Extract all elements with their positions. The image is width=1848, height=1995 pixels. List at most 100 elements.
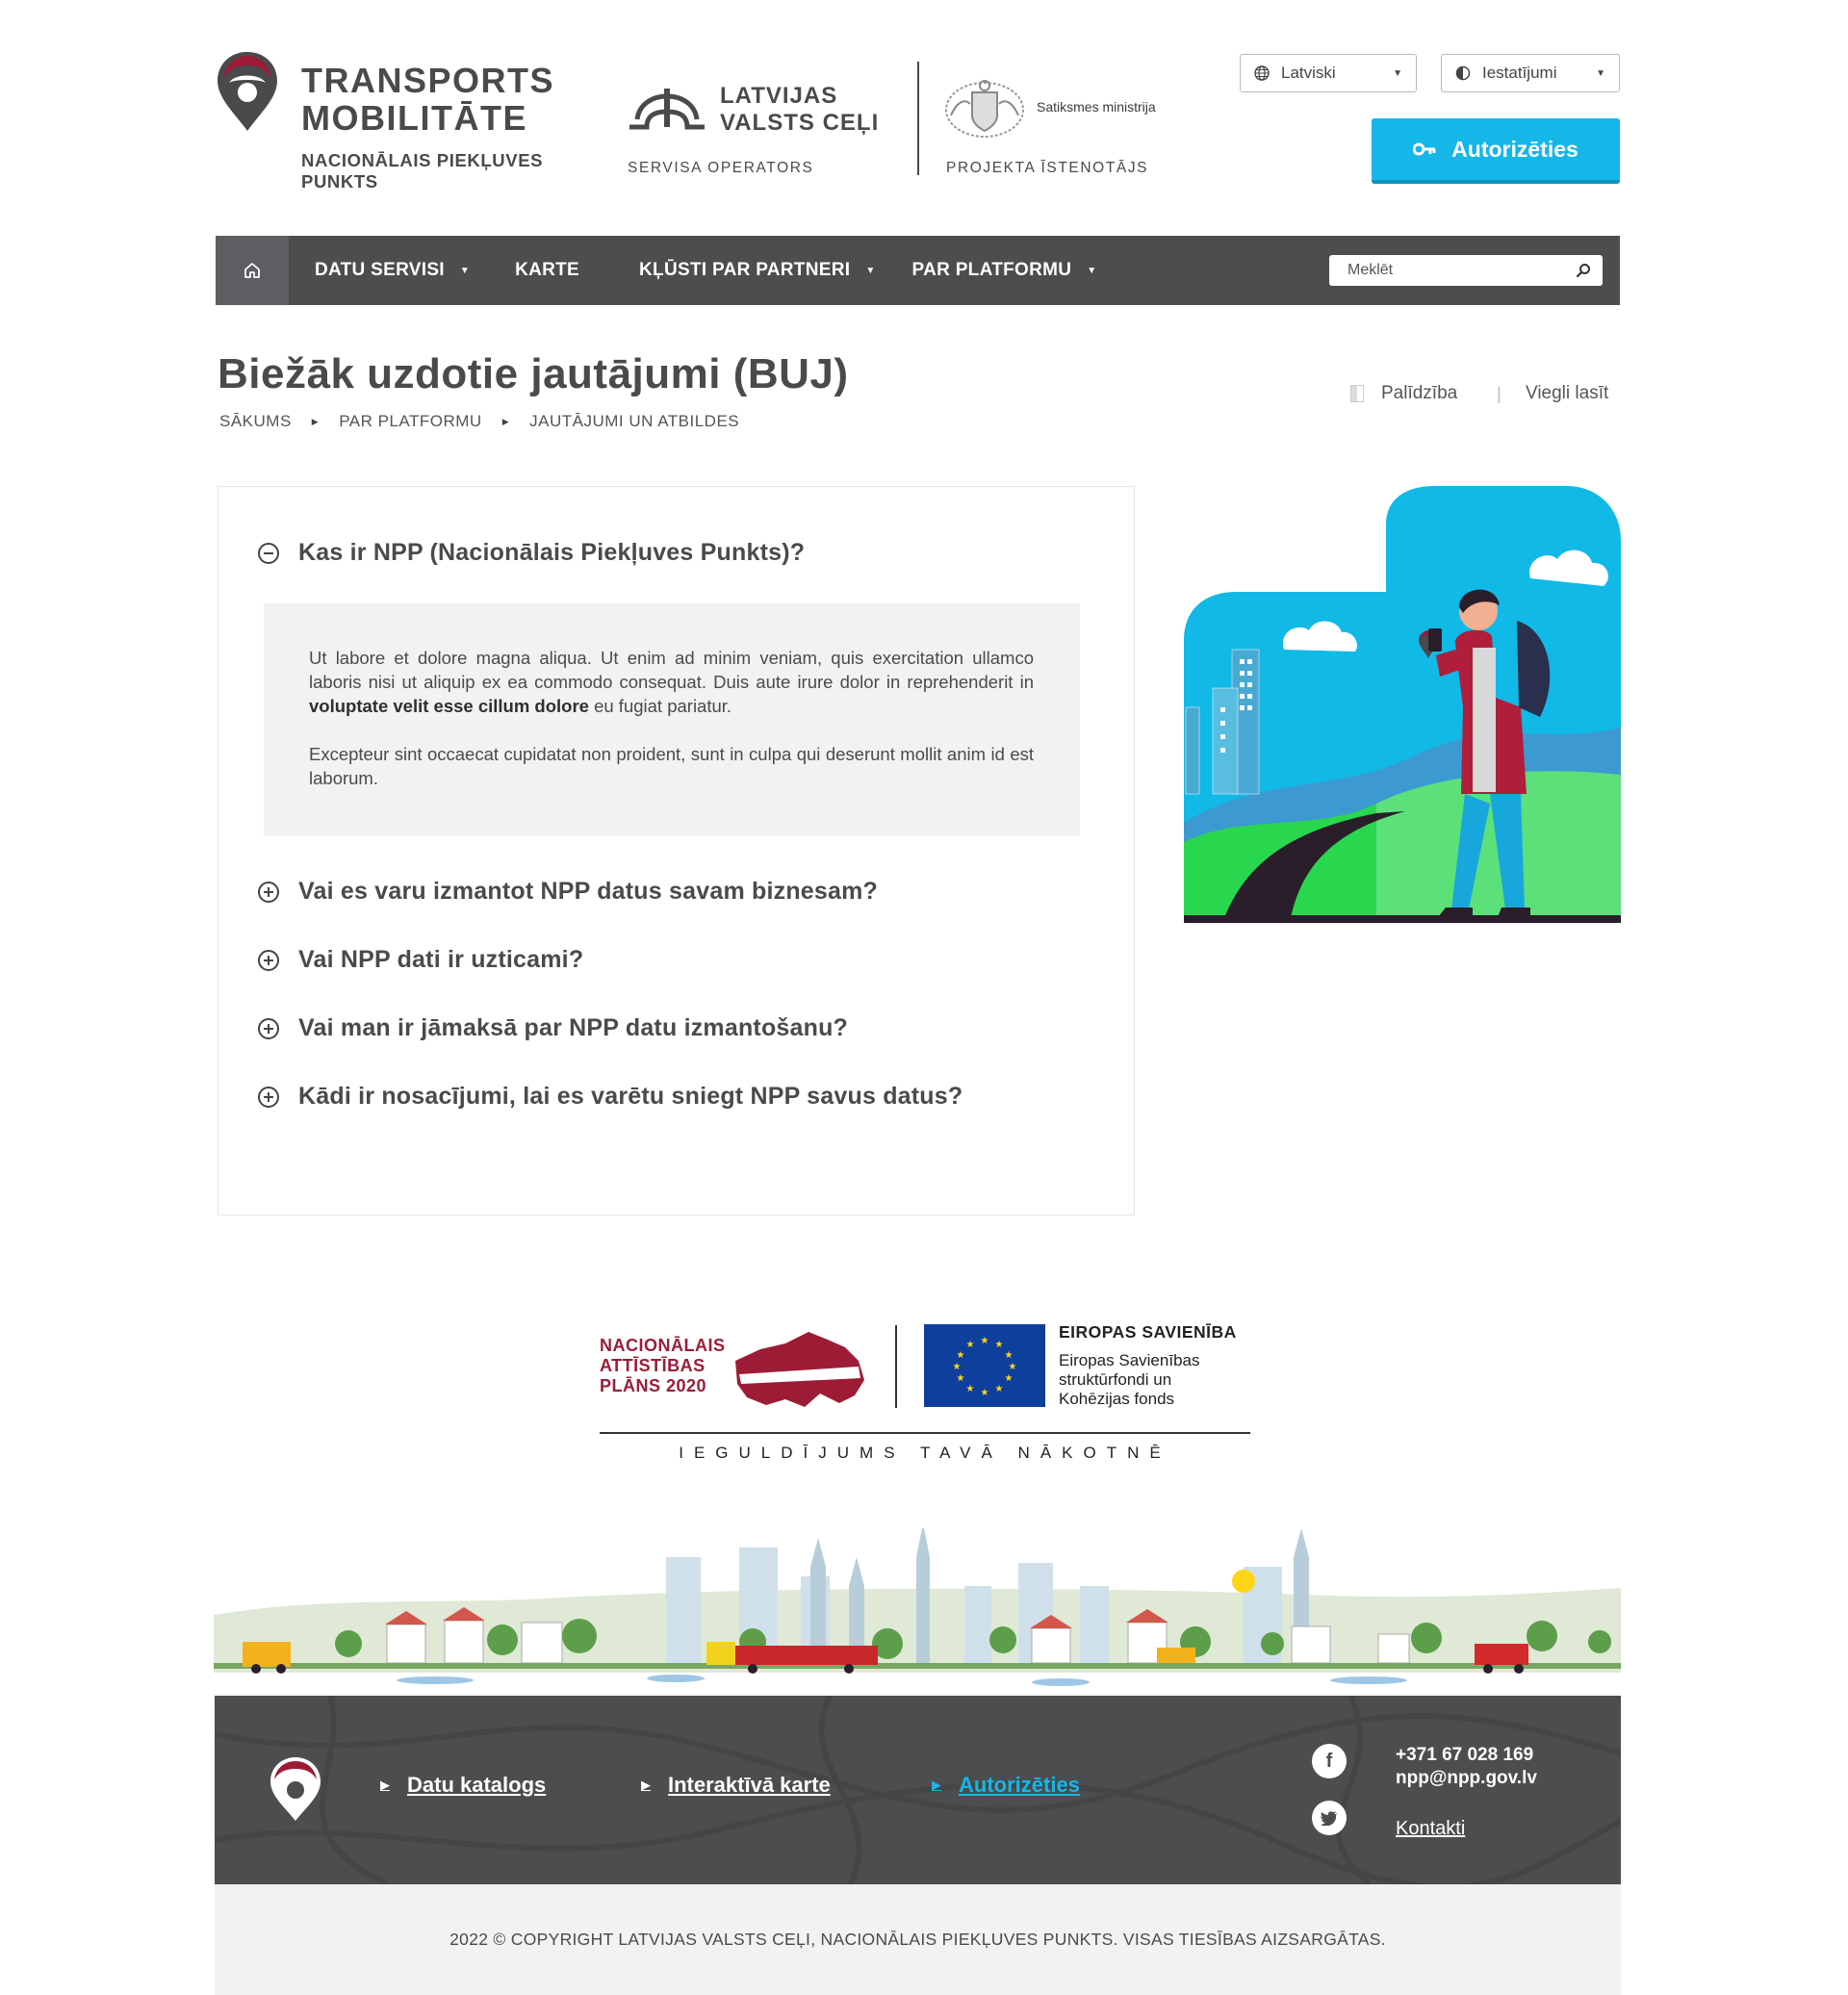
caret-right-icon: ▶ <box>932 1778 941 1792</box>
svg-text:★: ★ <box>1009 1362 1017 1372</box>
implementer-label: PROJEKTA ĪSTENOTĀJS <box>946 160 1149 176</box>
settings-select[interactable]: Iestatījumi ▼ <box>1441 54 1620 92</box>
svg-text:★: ★ <box>1005 1350 1014 1361</box>
svg-text:★: ★ <box>957 1350 965 1361</box>
faq-item-2[interactable]: Vai es varu izmantot NPP datus savam biz… <box>258 877 972 907</box>
faq-question: Kādi ir nosacījumi, lai es varētu sniegt… <box>298 1083 963 1110</box>
facebook-icon[interactable]: f <box>1312 1744 1347 1778</box>
contact-phone[interactable]: +371 67 028 169 <box>1396 1744 1533 1767</box>
answer-text: eu fugiat pariatur. <box>588 696 732 716</box>
footer-link-login[interactable]: ▶ Autorizēties <box>932 1773 1080 1798</box>
caret-right-icon: ▶ <box>641 1778 651 1792</box>
expand-icon[interactable] <box>258 882 279 903</box>
svg-text:★: ★ <box>995 1384 1004 1394</box>
city-skyline-illustration <box>214 1528 1621 1686</box>
expand-icon[interactable] <box>258 1018 279 1039</box>
faq-accordion: Kas ir NPP (Nacionālais Piekļuves Punkts… <box>218 486 1135 1215</box>
faq-item-4[interactable]: Vai man ir jāmaksā par NPP datu izmantoš… <box>258 1013 972 1043</box>
coat-of-arms-icon <box>945 80 1024 138</box>
brand-title: TRANSPORTS MOBILITĀTE <box>301 61 555 138</box>
language-select[interactable]: Latviski ▼ <box>1240 54 1417 92</box>
faq-answer-paragraph: Excepteur sint occaecat cupidatat non pr… <box>309 744 1034 788</box>
chevron-down-icon: ▼ <box>1393 67 1402 79</box>
key-icon <box>1413 142 1436 156</box>
twitter-icon[interactable] <box>1312 1801 1347 1835</box>
globe-icon <box>1254 65 1270 81</box>
eu-funds-text: Eiropas Savienības struktūrfondi un Kohē… <box>1059 1351 1200 1408</box>
footer-link-label: Datu katalogs <box>407 1773 547 1797</box>
footer-link-interactive-map[interactable]: ▶ Interaktīvā karte <box>641 1773 831 1798</box>
operator-label: SERVISA OPERATORS <box>628 160 814 176</box>
nav-home[interactable] <box>216 236 289 305</box>
easy-read-link[interactable]: Viegli lasīt <box>1526 383 1608 404</box>
faq-question: Vai man ir jāmaksā par NPP datu izmantoš… <box>298 1014 849 1041</box>
nav-item-label: PAR PLATFORMU <box>911 260 1072 280</box>
footer-logo-icon[interactable] <box>269 1755 322 1823</box>
breadcrumb-separator-icon: ▶ <box>501 416 510 426</box>
faq-question: Vai es varu izmantot NPP datus savam biz… <box>298 878 879 905</box>
nav-item-data-services[interactable]: DATU SERVISI ▼ <box>315 236 470 305</box>
faq-item-1[interactable]: Kas ir NPP (Nacionālais Piekļuves Punkts… <box>258 538 972 568</box>
svg-text:★: ★ <box>953 1362 962 1372</box>
help-link[interactable]: Palīdzība <box>1350 383 1457 404</box>
help-icon <box>1350 385 1364 402</box>
funding-rule <box>600 1432 1250 1434</box>
operator-name: LATVIJAS VALSTS CEĻI <box>720 83 880 136</box>
copyright: 2022 © COPYRIGHT LATVIJAS VALSTS CEĻI, N… <box>215 1884 1621 1995</box>
link-separator: | <box>1497 384 1502 403</box>
faq-question: Kas ir NPP (Nacionālais Piekļuves Punkts… <box>298 539 806 566</box>
header-divider <box>917 62 919 175</box>
search-icon[interactable] <box>1576 263 1591 278</box>
eu-title: EIROPAS SAVIENĪBA <box>1059 1322 1237 1342</box>
contacts-link[interactable]: Kontakti <box>1396 1818 1465 1840</box>
help-link-label: Palīdzība <box>1381 383 1458 403</box>
eu-flag-icon: ★ ★★ ★★★ ★★★ ★★★ <box>924 1324 1045 1407</box>
footer-link-label: Autorizēties <box>959 1773 1080 1797</box>
expand-icon[interactable] <box>258 950 279 971</box>
faq-answer: Ut labore et dolore magna aliqua. Ut eni… <box>264 603 1080 836</box>
latvia-flag-map-icon <box>735 1332 864 1407</box>
collapse-icon[interactable] <box>258 543 279 564</box>
footer: ▶ Datu katalogs ▶ Interaktīvā karte ▶ Autor… <box>215 1696 1621 1884</box>
chevron-down-icon: ▼ <box>1087 265 1097 276</box>
svg-text:★: ★ <box>981 1388 989 1398</box>
lvc-logo-icon <box>629 89 705 130</box>
nav-item-label: DATU SERVISI <box>315 260 445 280</box>
contact-email[interactable]: npp@npp.gov.lv <box>1396 1767 1537 1790</box>
faq-item-3[interactable]: Vai NPP dati ir uzticami? <box>258 945 972 975</box>
language-select-value: Latviski <box>1281 64 1336 82</box>
expand-icon[interactable] <box>258 1087 279 1108</box>
breadcrumb-current: JAUTĀJUMI UN ATBILDES <box>529 412 740 430</box>
answer-bold-text: voluptate velit esse cillum dolore <box>309 696 589 716</box>
ministry-name: Satiksmes ministrija <box>1037 99 1156 115</box>
answer-text: Ut labore et dolore magna aliqua. Ut eni… <box>309 648 1034 692</box>
svg-text:★: ★ <box>966 1340 975 1350</box>
nav-item-about-platform[interactable]: PAR PLATFORMU ▼ <box>912 236 1097 305</box>
login-button-label: Autorizēties <box>1451 136 1578 162</box>
main-nav: DATU SERVISI ▼ KARTE KĻŪSTI PAR PARTNERI ▼… <box>216 236 1620 305</box>
investment-tagline: IEGULDĪJUMS TAVĀ NĀKOTNĒ <box>679 1444 1171 1462</box>
faq-item-5[interactable]: Kādi ir nosacījumi, lai es varētu sniegt… <box>258 1082 972 1112</box>
page-title: Biežāk uzdotie jautājumi (BUJ) <box>218 350 849 397</box>
svg-text:★: ★ <box>981 1336 989 1346</box>
svg-text:★: ★ <box>957 1373 965 1384</box>
search-box <box>1329 255 1603 286</box>
home-icon <box>244 263 260 278</box>
nav-item-map[interactable]: KARTE <box>515 236 579 305</box>
national-plan-text: NACIONĀLAIS ATTĪSTĪBAS PLĀNS 2020 <box>600 1336 726 1395</box>
search-input[interactable] <box>1348 262 1576 279</box>
breadcrumb-about-platform[interactable]: PAR PLATFORMU <box>339 412 482 431</box>
caret-right-icon: ▶ <box>380 1778 390 1792</box>
faq-question: Vai NPP dati ir uzticami? <box>298 946 584 973</box>
svg-text:★: ★ <box>1005 1373 1014 1384</box>
settings-select-value: Iestatījumi <box>1482 64 1557 82</box>
traveler-illustration <box>1184 486 1621 923</box>
twitter-bird-icon <box>1321 1810 1337 1826</box>
footer-link-data-catalog[interactable]: ▶ Datu katalogs <box>380 1773 546 1798</box>
nav-item-become-partner[interactable]: KĻŪSTI PAR PARTNERI ▼ <box>639 236 875 305</box>
nav-item-label: KĻŪSTI PAR PARTNERI <box>639 260 851 280</box>
breadcrumb-home[interactable]: SĀKUMS <box>219 412 292 431</box>
svg-text:★: ★ <box>995 1340 1004 1350</box>
transport-mobility-logo-icon[interactable] <box>216 50 279 133</box>
login-button[interactable]: Autorizēties <box>1372 118 1620 184</box>
